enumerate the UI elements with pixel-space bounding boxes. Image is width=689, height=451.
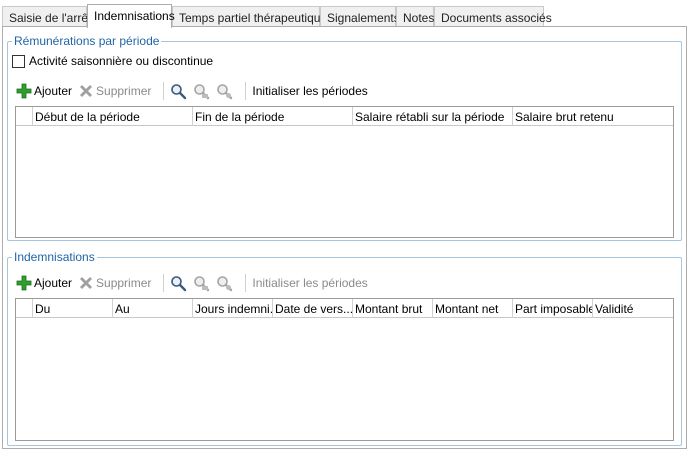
tab-label: Saisie de l'arrêt (9, 11, 92, 25)
remunerations-title: Rémunérations par période (12, 34, 162, 48)
delete-remuneration-button[interactable]: Supprimer (78, 83, 151, 99)
filter-icon (194, 83, 210, 99)
column-header[interactable]: Montant net (433, 299, 513, 318)
column-header[interactable]: Au (113, 299, 193, 318)
tab-label: Documents associés (441, 11, 552, 25)
tab-notes[interactable]: Notes (396, 6, 434, 27)
filter-settings-icon (217, 275, 233, 291)
indemnisations-grid[interactable]: Du Au Jours indemni... Date de vers... M… (15, 298, 674, 441)
seasonal-activity-checkbox[interactable] (12, 54, 25, 68)
seasonal-activity-checkbox-row[interactable]: Activité saisonnière ou discontinue (12, 54, 213, 68)
filter-button[interactable] (193, 83, 210, 100)
remunerations-group: Rémunérations par période Activité saiso… (7, 34, 682, 241)
filter-settings-button[interactable] (216, 83, 233, 100)
tab-temps-partiel[interactable]: Temps partiel thérapeutique (172, 6, 327, 27)
tab-indemnisations[interactable]: Indemnisations (87, 4, 175, 28)
tab-panel: Rémunérations par période Activité saiso… (2, 26, 687, 449)
column-header[interactable]: Part imposable (513, 299, 593, 318)
column-header[interactable]: Validité (593, 299, 673, 318)
column-header[interactable]: Date de vers... (273, 299, 353, 318)
delete-indemnisation-button[interactable]: Supprimer (78, 275, 151, 291)
tab-label: Notes (403, 11, 435, 25)
tab-bar: Saisie de l'arrêt Indemnisations Temps p… (2, 4, 687, 28)
column-header[interactable]: Jours indemni... (193, 299, 273, 318)
init-periods-label: Initialiser les périodes (252, 276, 368, 290)
column-header[interactable]: Montant brut (353, 299, 433, 318)
search-button[interactable] (170, 83, 187, 100)
indemnisations-toolbar: Ajouter Supprimer Initialiser les périod… (16, 272, 374, 294)
add-remuneration-button[interactable]: Ajouter (16, 83, 72, 99)
search-button[interactable] (170, 275, 187, 292)
tab-label: Signalements (327, 11, 400, 25)
delete-label: Supprimer (96, 84, 152, 98)
toolbar-separator (163, 274, 165, 292)
tab-documents-associes[interactable]: Documents associés (434, 6, 552, 27)
tab-label: Indemnisations (94, 9, 175, 23)
delete-label: Supprimer (96, 276, 152, 290)
plus-icon (16, 275, 32, 291)
toolbar-separator (163, 82, 165, 100)
column-header[interactable]: Du (33, 299, 113, 318)
add-indemnisation-button[interactable]: Ajouter (16, 275, 72, 291)
tab-label: Temps partiel thérapeutique (179, 11, 328, 25)
row-indicator-header (16, 107, 33, 126)
magnifier-icon (171, 83, 187, 99)
column-header[interactable]: Début de la période (33, 107, 193, 126)
remunerations-grid[interactable]: Début de la période Fin de la période Sa… (15, 106, 674, 238)
init-periods-button[interactable]: Initialiser les périodes (252, 276, 367, 290)
add-label: Ajouter (34, 276, 73, 290)
init-periods-label: Initialiser les périodes (252, 84, 368, 98)
filter-button[interactable] (193, 275, 210, 292)
indemnisations-grid-header: Du Au Jours indemni... Date de vers... M… (16, 299, 673, 318)
column-header[interactable]: Salaire rétabli sur la période (353, 107, 513, 126)
magnifier-icon (171, 275, 187, 291)
filter-icon (194, 275, 210, 291)
init-periods-button[interactable]: Initialiser les périodes (252, 84, 367, 98)
add-label: Ajouter (34, 84, 73, 98)
tab-signalements[interactable]: Signalements (320, 6, 400, 27)
x-icon (80, 85, 93, 97)
toolbar-separator (245, 82, 247, 100)
indemnisations-title: Indemnisations (12, 250, 97, 264)
tab-saisie-arret[interactable]: Saisie de l'arrêt (2, 6, 91, 27)
remunerations-grid-header: Début de la période Fin de la période Sa… (16, 107, 673, 126)
column-header[interactable]: Fin de la période (193, 107, 353, 126)
filter-settings-icon (217, 83, 233, 99)
row-indicator-header (16, 299, 33, 318)
indemnisations-group: Indemnisations Ajouter Supprimer Initial… (7, 250, 682, 446)
toolbar-separator (245, 274, 247, 292)
seasonal-activity-label: Activité saisonnière ou discontinue (29, 54, 214, 68)
plus-icon (16, 83, 32, 99)
x-icon (80, 277, 93, 289)
filter-settings-button[interactable] (216, 275, 233, 292)
column-header[interactable]: Salaire brut retenu (513, 107, 673, 126)
remunerations-toolbar: Ajouter Supprimer Initialiser les périod… (16, 80, 374, 102)
